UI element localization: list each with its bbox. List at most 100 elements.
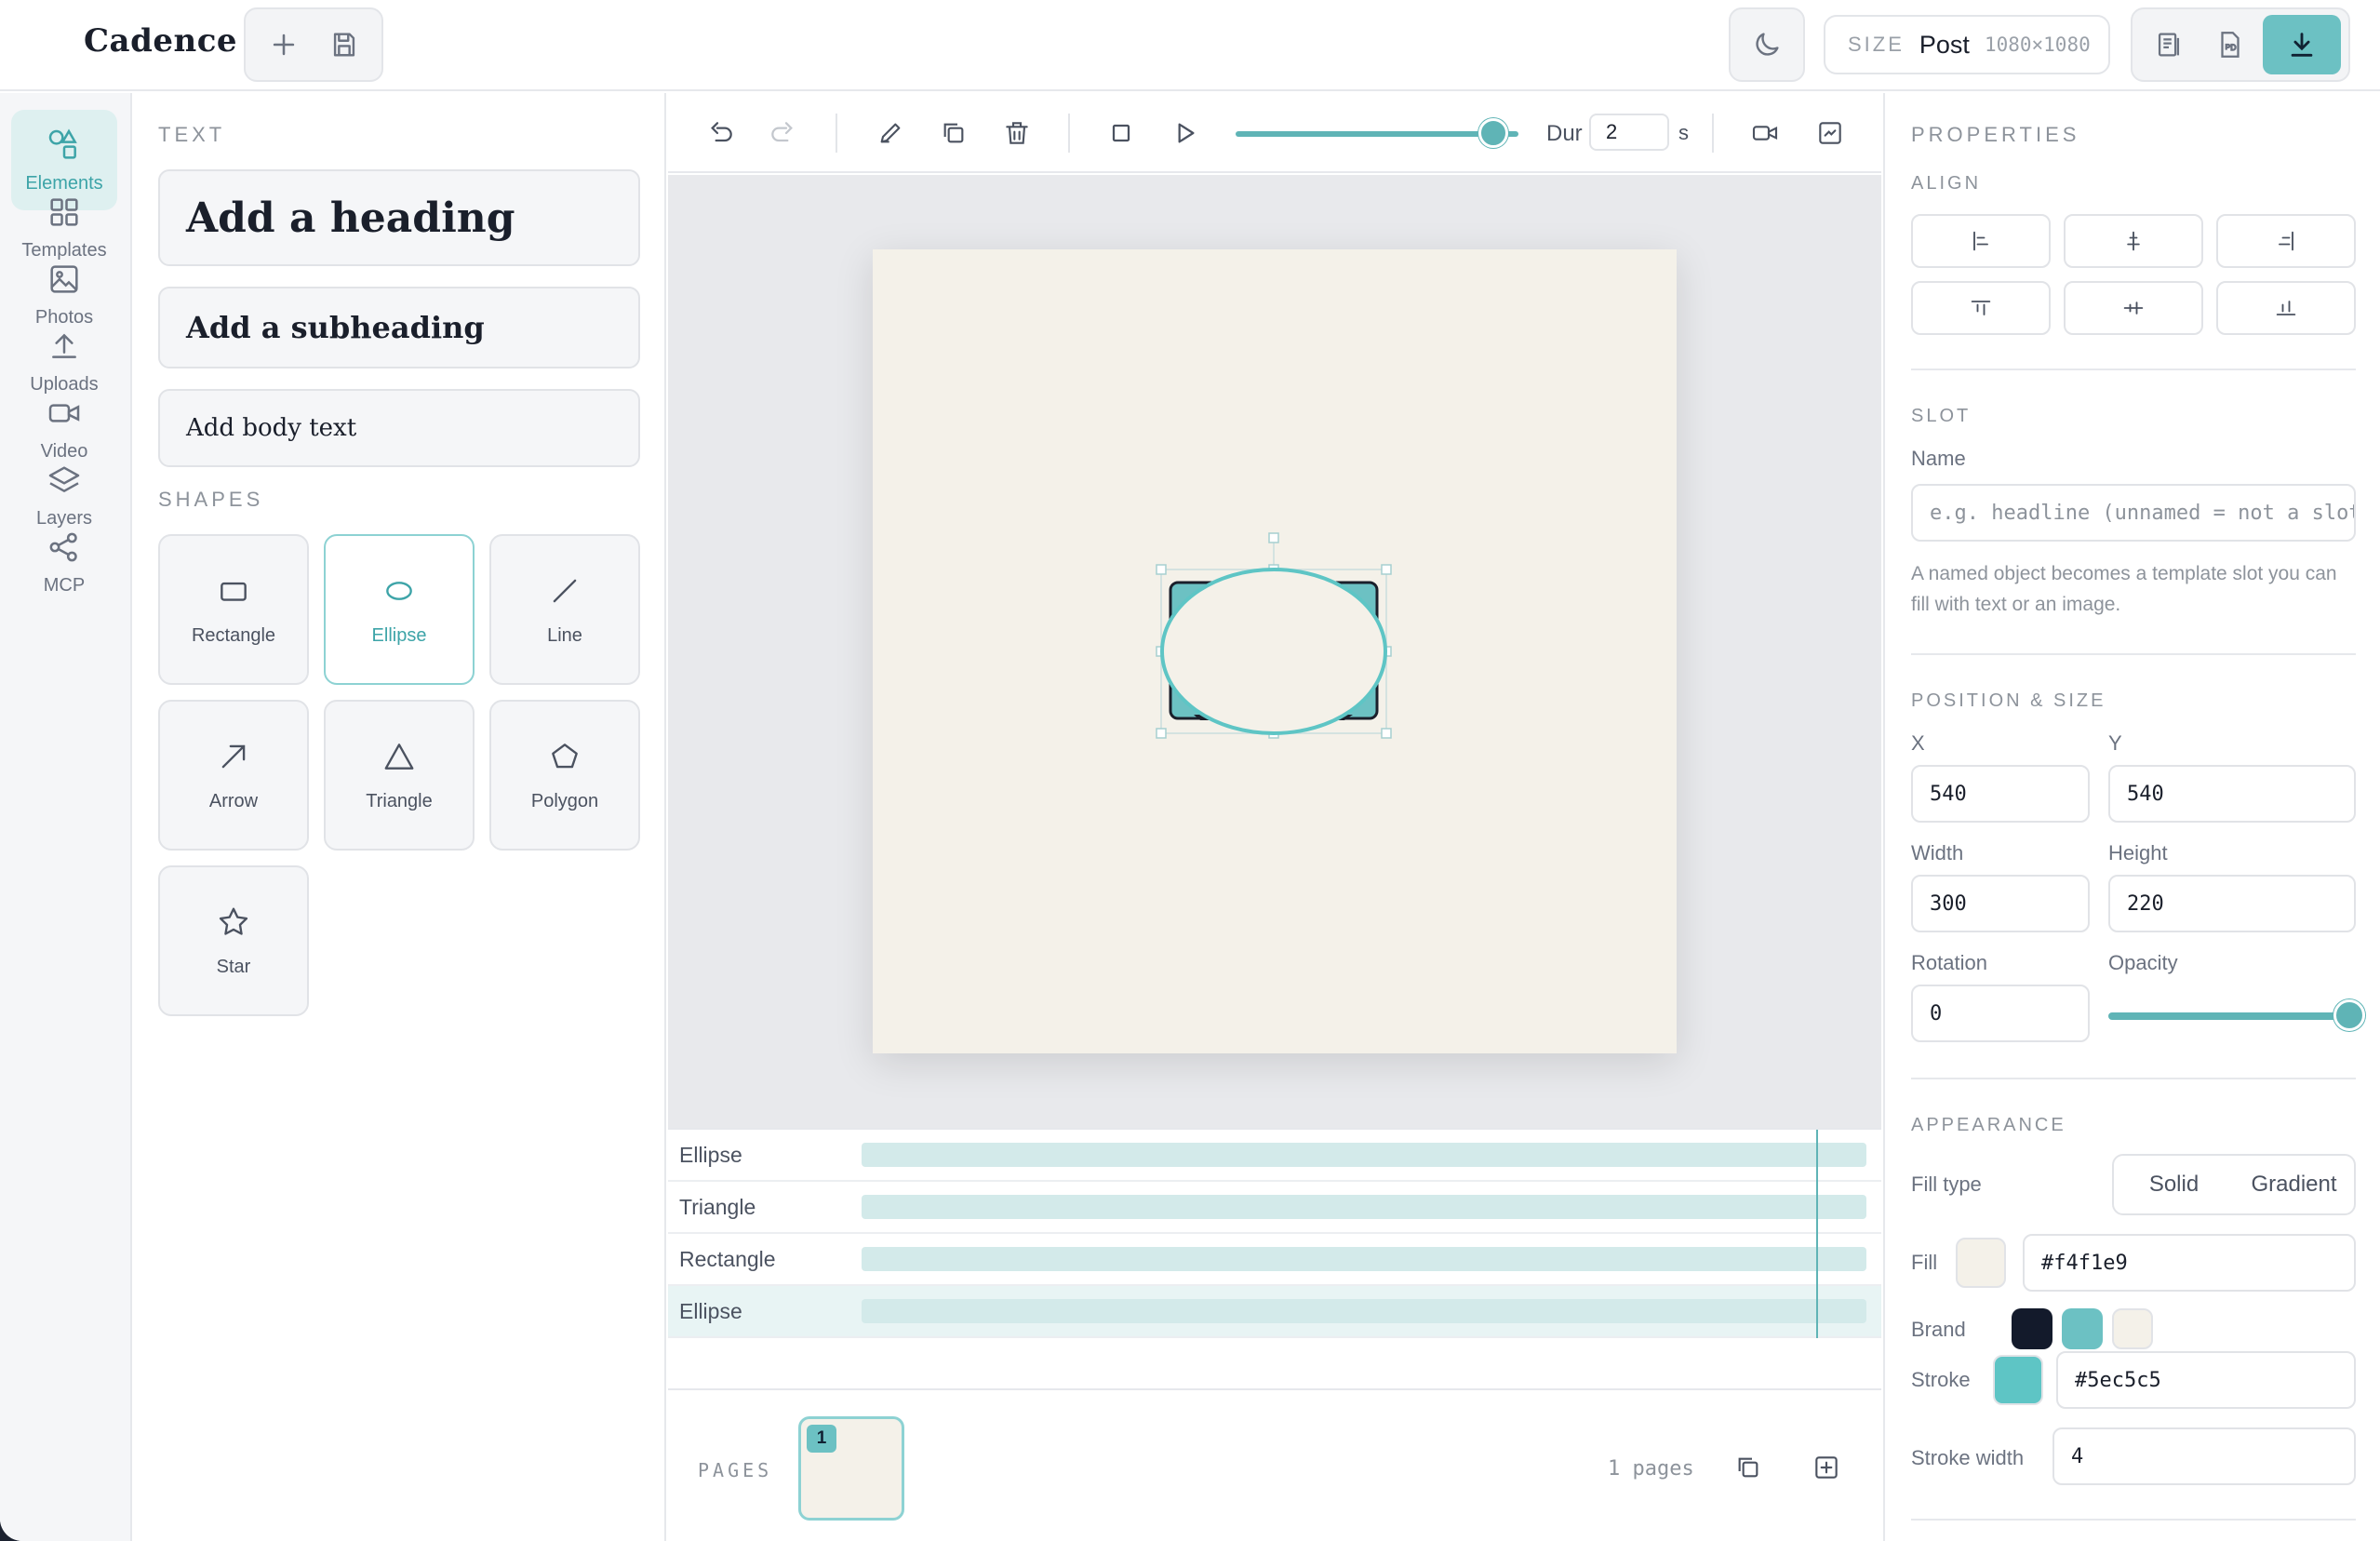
- align-top-icon: [1971, 301, 1991, 315]
- shape-label: Polygon: [530, 790, 599, 811]
- timeline-bar[interactable]: [862, 1143, 1866, 1167]
- duration-input[interactable]: [1589, 114, 1669, 151]
- export-frames-button[interactable]: [2140, 15, 2198, 74]
- timeline-bar[interactable]: [862, 1247, 1866, 1271]
- shape-label: Rectangle: [191, 624, 276, 646]
- add-body-text-button[interactable]: Add body text: [158, 389, 640, 467]
- pages-count: 1 pages: [1608, 1457, 1694, 1481]
- height-input[interactable]: [2108, 875, 2356, 932]
- rotation-input[interactable]: [1911, 985, 2090, 1042]
- redo-button[interactable]: [757, 108, 808, 158]
- fill-color-swatch[interactable]: [1956, 1238, 2006, 1288]
- y-input[interactable]: [2108, 765, 2356, 823]
- export-frame-button[interactable]: [1805, 108, 1855, 158]
- appearance-title: APPEARANCE: [1911, 1115, 2066, 1135]
- export-pdf-button[interactable]: [2201, 15, 2259, 74]
- shape-rectangle-button[interactable]: Rectangle: [158, 534, 309, 685]
- resize-handle-ne[interactable]: [1381, 564, 1392, 575]
- stroke-hex-input[interactable]: [2056, 1351, 2356, 1409]
- artboard[interactable]: [873, 249, 1677, 1053]
- rotation-label: Rotation: [1911, 951, 1987, 974]
- name-label: Name: [1911, 447, 1966, 470]
- share-icon: [49, 532, 77, 561]
- record-video-button[interactable]: [1740, 108, 1790, 158]
- scrub-slider-track[interactable]: [1236, 131, 1518, 137]
- align-center-h-button[interactable]: [2064, 214, 2203, 268]
- timeline-row[interactable]: Triangle: [668, 1182, 1881, 1234]
- align-bottom-button[interactable]: [2216, 281, 2356, 335]
- size-label: SIZE: [1848, 33, 1905, 56]
- shape-polygon-button[interactable]: Polygon: [489, 700, 640, 851]
- triangle-icon: [384, 743, 414, 770]
- align-left-icon: [1973, 231, 1988, 251]
- align-middle-button[interactable]: [2064, 281, 2203, 335]
- rotate-handle[interactable]: [1268, 532, 1279, 543]
- opacity-slider-thumb[interactable]: [2333, 999, 2365, 1031]
- new-button[interactable]: [255, 15, 312, 74]
- align-left-button[interactable]: [1911, 214, 2051, 268]
- timeline-row-selected[interactable]: Ellipse: [668, 1286, 1881, 1338]
- delete-button[interactable]: [992, 108, 1042, 158]
- text-section-title: TEXT: [158, 123, 226, 146]
- align-title: ALIGN: [1911, 173, 1982, 194]
- redo-icon: [771, 122, 793, 142]
- theme-toggle-button[interactable]: [1737, 15, 1797, 74]
- brand-swatch-dark[interactable]: [2012, 1308, 2052, 1349]
- moon-icon: [1756, 33, 1779, 56]
- save-button[interactable]: [315, 15, 372, 74]
- resize-handle-se[interactable]: [1381, 728, 1392, 739]
- align-right-button[interactable]: [2216, 214, 2356, 268]
- resize-handle-nw[interactable]: [1156, 564, 1167, 575]
- stop-button[interactable]: [1096, 108, 1146, 158]
- timeline-playhead[interactable]: [1816, 1130, 1818, 1338]
- height-label: Height: [2108, 841, 2168, 864]
- stroke-width-input[interactable]: [2052, 1427, 2356, 1485]
- canvas-size-selector[interactable]: SIZE Post 1080×1080: [1824, 15, 2110, 74]
- app-title: Cadence: [84, 22, 238, 60]
- upload-icon: [52, 333, 76, 358]
- scrub-slider-thumb[interactable]: [1477, 118, 1508, 148]
- timeline-row[interactable]: Ellipse: [668, 1130, 1881, 1182]
- resize-handle-sw[interactable]: [1156, 728, 1167, 739]
- shape-star-button[interactable]: Star: [158, 865, 309, 1016]
- frame-check-icon: [1819, 122, 1841, 144]
- width-input[interactable]: [1911, 875, 2090, 932]
- x-input[interactable]: [1911, 765, 2090, 823]
- edit-button[interactable]: [865, 108, 916, 158]
- undo-button[interactable]: [696, 108, 746, 158]
- pencil-icon: [880, 123, 901, 143]
- align-top-button[interactable]: [1911, 281, 2051, 335]
- download-button[interactable]: [2263, 15, 2341, 74]
- duplicate-button[interactable]: [929, 108, 979, 158]
- fill-type-gradient[interactable]: Gradient: [2234, 1172, 2354, 1198]
- timeline-bar[interactable]: [862, 1299, 1866, 1323]
- add-subheading-button[interactable]: Add a subheading: [158, 287, 640, 368]
- timeline-bar[interactable]: [862, 1195, 1866, 1219]
- page-thumbnail[interactable]: 1: [798, 1416, 904, 1521]
- brand-swatch-teal[interactable]: [2062, 1308, 2103, 1349]
- rail-item-mcp[interactable]: MCP: [11, 512, 117, 612]
- play-button[interactable]: [1159, 108, 1210, 158]
- ellipse-shape-selected[interactable]: [1160, 568, 1387, 735]
- timeline-row[interactable]: Rectangle: [668, 1234, 1881, 1286]
- slot-name-input[interactable]: [1911, 484, 2356, 542]
- shape-arrow-button[interactable]: Arrow: [158, 700, 309, 851]
- add-heading-button[interactable]: Add a heading: [158, 169, 640, 266]
- properties-panel: PROPERTIES ALIGN SLOT Name A named objec…: [1883, 93, 2380, 1541]
- canvas-toolbar: Dur s: [668, 93, 1881, 173]
- fill-hex-input[interactable]: [2023, 1234, 2356, 1292]
- rectangle-icon: [221, 582, 247, 601]
- stroke-color-swatch[interactable]: [1993, 1355, 2043, 1405]
- add-page-button[interactable]: [1801, 1442, 1852, 1493]
- toolbar-divider: [1068, 114, 1070, 153]
- opacity-slider-track[interactable]: [2108, 1012, 2341, 1020]
- shape-line-button[interactable]: Line: [489, 534, 640, 685]
- brand-swatch-cream[interactable]: [2112, 1308, 2153, 1349]
- fill-label: Fill: [1911, 1251, 1938, 1274]
- shape-triangle-button[interactable]: Triangle: [324, 700, 475, 851]
- fill-type-solid[interactable]: Solid: [2114, 1172, 2234, 1198]
- duplicate-page-button[interactable]: [1723, 1442, 1773, 1493]
- shape-label: Line: [547, 624, 582, 646]
- fill-type-label: Fill type: [1911, 1172, 1982, 1196]
- shape-ellipse-button[interactable]: Ellipse: [324, 534, 475, 685]
